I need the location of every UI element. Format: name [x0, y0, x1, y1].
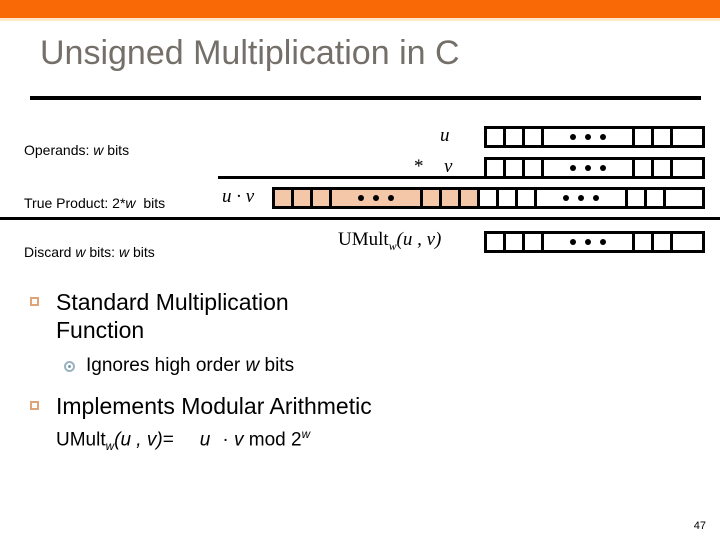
bit-cell-discarded: [275, 190, 294, 206]
label-operands: Operands: w bits: [24, 142, 130, 158]
bit-cell: [654, 234, 673, 250]
bit-cell: [525, 129, 544, 145]
formula-operand-u: u: [199, 429, 211, 451]
bit-cell-kept: [666, 190, 685, 206]
bit-cell: [487, 234, 506, 250]
bit-cell-ellipsis: [537, 190, 628, 206]
subbullet-text-em: w: [245, 355, 260, 376]
bit-cell-kept: [628, 190, 647, 206]
bit-cell-ellipsis: [544, 129, 635, 145]
umult-formula: UMultw(u , v)= u · v mod 2w: [0, 428, 720, 453]
bit-cell: [673, 129, 692, 145]
bit-strip-u: [484, 126, 705, 148]
symbol-umult-result: UMultw(u , v): [338, 229, 441, 254]
bit-cell-discarded: [442, 190, 461, 206]
ellipsis-icon: [570, 165, 606, 171]
bit-cell-ellipsis: [332, 190, 423, 206]
bullet-implements-modular-arithmetic: Implements Modular Arithmetic: [0, 392, 720, 420]
page-number: 47: [693, 520, 706, 532]
symbol-v: v: [444, 156, 453, 177]
formula-equals: =: [162, 429, 174, 451]
bit-cell: [506, 160, 525, 176]
top-accent-bar: [0, 0, 720, 18]
bit-cell: [654, 129, 673, 145]
bit-cell-kept: [499, 190, 518, 206]
bit-cell-kept: [518, 190, 537, 206]
bit-cell-discarded: [294, 190, 313, 206]
formula-prefix: UMult: [56, 429, 106, 451]
bullet-line-1: Standard Multiplication: [56, 289, 289, 315]
top-accent-underline: [0, 18, 720, 21]
bit-cell: [506, 234, 525, 250]
umult-prefix: UMult: [338, 229, 389, 250]
ellipsis-icon: [358, 195, 394, 201]
ellipsis-icon: [563, 195, 599, 201]
bit-cell-ellipsis: [544, 234, 635, 250]
label-true-product: True Product: 2*w bits: [24, 195, 166, 211]
bit-cell: [487, 160, 506, 176]
formula-exponent: w: [301, 428, 311, 441]
bit-cell: [654, 160, 673, 176]
bit-cell: [525, 160, 544, 176]
product-rule-bottom: [0, 217, 720, 220]
symbol-u-dot-v: u · v: [222, 186, 255, 207]
square-bullet-icon: [30, 401, 39, 410]
circle-bullet-icon: [64, 361, 75, 372]
subbullet-text-post: bits: [259, 355, 295, 376]
umult-subscript: w: [388, 239, 397, 253]
subbullet-ignores-high-order: Ignores high order w bits: [0, 354, 720, 378]
bit-cell-ellipsis: [544, 160, 635, 176]
bit-cell: [635, 160, 654, 176]
formula-mod: mod 2: [248, 429, 302, 451]
page-title: Unsigned Multiplication in C: [40, 34, 460, 72]
ellipsis-icon: [570, 134, 606, 140]
multiplication-diagram: Operands: w bits True Product: 2*w bits …: [0, 104, 720, 274]
label-discard: Discard w bits: w bits: [24, 244, 155, 260]
symbol-u: u: [440, 125, 450, 146]
bullet-standard-multiplication: Standard Multiplication Function: [0, 288, 720, 344]
bullet-line-2: Function: [56, 317, 145, 343]
bit-cell: [635, 129, 654, 145]
bit-cell: [635, 234, 654, 250]
bit-cell-kept: [647, 190, 666, 206]
subbullet-text-pre: Ignores high order: [86, 355, 246, 376]
bit-cell: [673, 234, 692, 250]
bit-cell: [525, 234, 544, 250]
square-bullet-icon: [30, 297, 39, 306]
bit-strip-true-product: [272, 187, 705, 209]
bit-cell: [673, 160, 692, 176]
bit-cell-discarded: [423, 190, 442, 206]
formula-operand-v: v: [233, 429, 244, 451]
formula-dot-operator: ·: [222, 429, 229, 451]
formula-subscript: w: [105, 440, 115, 454]
bit-cell-discarded: [313, 190, 332, 206]
umult-args: (u , v): [396, 229, 442, 250]
bit-cell: [487, 129, 506, 145]
product-rule-top: [218, 176, 705, 179]
formula-args: (u , v): [114, 429, 163, 451]
operator-multiply: *: [414, 156, 424, 177]
title-divider: [30, 96, 701, 100]
bit-cell: [506, 129, 525, 145]
bit-cell-discarded: [461, 190, 480, 206]
bit-strip-umult-result: [484, 231, 705, 253]
bullet-line-1: Implements Modular Arithmetic: [56, 393, 372, 419]
content-body: Standard Multiplication Function Ignores…: [0, 288, 720, 453]
bit-cell-kept: [480, 190, 499, 206]
ellipsis-icon: [570, 239, 606, 245]
